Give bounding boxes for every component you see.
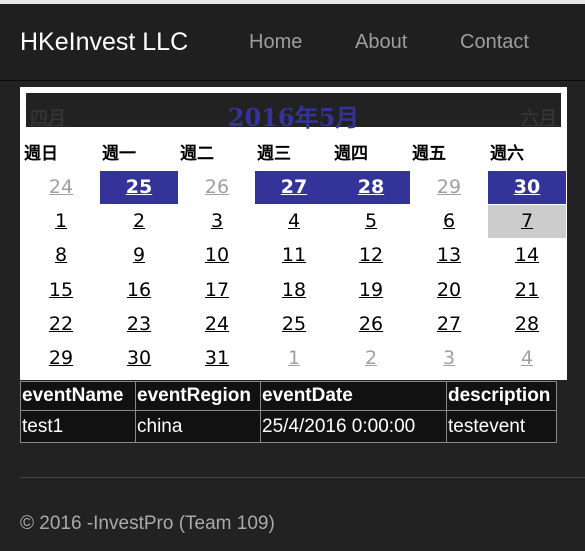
calendar-day[interactable]: 6 [410, 205, 488, 238]
calendar-day[interactable]: 10 [178, 239, 256, 272]
nav-about-link[interactable]: About [355, 31, 407, 54]
calendar-day[interactable]: 4 [488, 342, 566, 375]
calendar-day[interactable]: 23 [100, 308, 178, 341]
calendar-title-bar: 四月 2016年5月 六月 [26, 90, 561, 132]
calendar-day[interactable]: 29 [22, 342, 100, 375]
col-eventDate: eventDate [260, 381, 447, 411]
weekday-wed: 週三 [257, 144, 291, 164]
calendar-day[interactable]: 21 [488, 274, 566, 307]
nav-contact-link[interactable]: Contact [460, 31, 529, 54]
calendar-day[interactable]: 28 [332, 171, 410, 204]
calendar-day[interactable]: 22 [22, 308, 100, 341]
calendar-day[interactable]: 24 [22, 171, 100, 204]
weekday-header-row: 週日 週一 週二 週三 週四 週五 週六 [20, 139, 567, 169]
cell-eventName: test1 [20, 410, 136, 443]
calendar-day[interactable]: 12 [332, 239, 410, 272]
events-table: eventName eventRegion eventDate descript… [20, 381, 557, 443]
calendar-day[interactable]: 29 [410, 171, 488, 204]
calendar-day[interactable]: 30 [488, 171, 566, 204]
calendar-day[interactable]: 16 [100, 274, 178, 307]
calendar-day[interactable]: 18 [255, 274, 333, 307]
calendar-day[interactable]: 2 [100, 205, 178, 238]
weekday-mon: 週一 [102, 144, 136, 164]
calendar-day[interactable]: 20 [410, 274, 488, 307]
calendar-day[interactable]: 14 [488, 239, 566, 272]
calendar-day[interactable]: 1 [22, 205, 100, 238]
nav-home-link[interactable]: Home [249, 31, 302, 54]
weekday-sat: 週六 [490, 144, 524, 164]
col-description: description [446, 381, 557, 411]
events-header-row: eventName eventRegion eventDate descript… [20, 381, 557, 411]
calendar-day[interactable]: 31 [178, 342, 256, 375]
calendar-day[interactable]: 7 [488, 205, 566, 238]
footer-text: © 2016 -InvestPro (Team 109) [20, 513, 275, 534]
cell-eventRegion: china [135, 410, 261, 443]
calendar-day[interactable]: 25 [255, 308, 333, 341]
calendar-day[interactable]: 24 [178, 308, 256, 341]
month-title: 2016年5月 [227, 103, 360, 132]
cell-eventDate: 25/4/2016 0:00:00 [260, 410, 447, 443]
calendar-day[interactable]: 11 [255, 239, 333, 272]
calendar-day[interactable]: 13 [410, 239, 488, 272]
calendar-day[interactable]: 26 [178, 171, 256, 204]
calendar-day[interactable]: 26 [332, 308, 410, 341]
calendar-day[interactable]: 19 [332, 274, 410, 307]
brand-link[interactable]: HKeInvest LLC [20, 28, 188, 57]
calendar-day[interactable]: 30 [100, 342, 178, 375]
calendar-title-row: 四月 2016年5月 六月 [20, 87, 567, 132]
weekday-sun: 週日 [24, 144, 58, 164]
col-eventRegion: eventRegion [135, 381, 261, 411]
calendar: 四月 2016年5月 六月 週日 週一 週二 週三 週四 週五 週六 24 25 2… [20, 87, 567, 380]
calendar-day[interactable]: 3 [178, 205, 256, 238]
calendar-day[interactable]: 15 [22, 274, 100, 307]
col-eventName: eventName [20, 381, 136, 411]
weekday-tue: 週二 [180, 144, 214, 164]
calendar-day[interactable]: 27 [255, 171, 333, 204]
calendar-day[interactable]: 5 [332, 205, 410, 238]
calendar-day[interactable]: 1 [255, 342, 333, 375]
weekday-thu: 週四 [334, 144, 368, 164]
table-row: test1 china 25/4/2016 0:00:00 testevent [20, 410, 557, 443]
calendar-day[interactable]: 17 [178, 274, 256, 307]
calendar-day[interactable]: 3 [410, 342, 488, 375]
cell-description: testevent [446, 410, 557, 443]
calendar-day[interactable]: 4 [255, 205, 333, 238]
calendar-day[interactable]: 28 [488, 308, 566, 341]
navbar: HKeInvest LLC Home About Contact [0, 4, 585, 81]
footer-divider [20, 477, 585, 478]
calendar-day[interactable]: 25 [100, 171, 178, 204]
weekday-fri: 週五 [412, 144, 446, 164]
calendar-day[interactable]: 2 [332, 342, 410, 375]
calendar-day[interactable]: 9 [100, 239, 178, 272]
calendar-day[interactable]: 27 [410, 308, 488, 341]
next-month-link[interactable]: 六月 [521, 104, 557, 130]
calendar-day[interactable]: 8 [22, 239, 100, 272]
